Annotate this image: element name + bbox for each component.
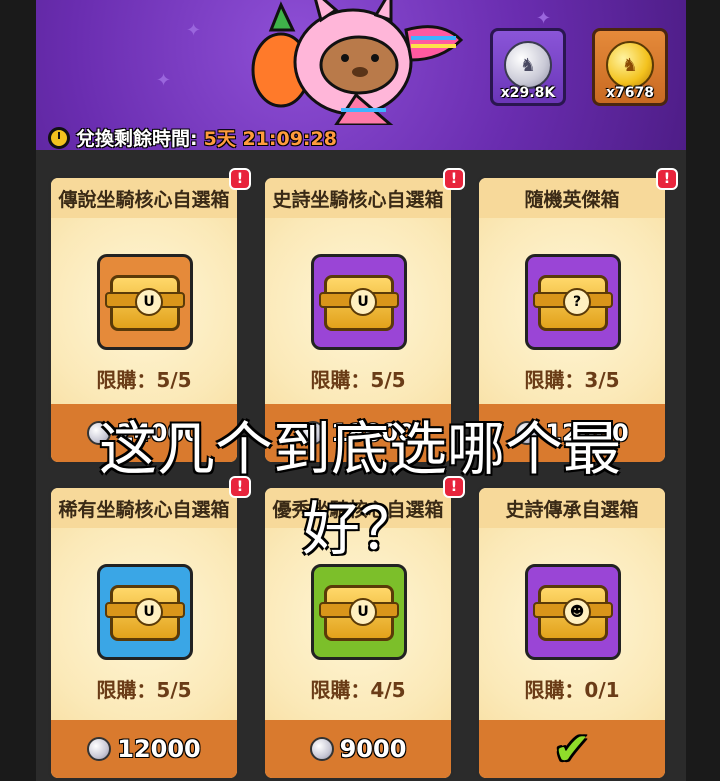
buy-button[interactable]: 24000 — [51, 404, 237, 462]
horseshoe-emblem-icon: U — [135, 598, 163, 626]
silver-coin-icon — [515, 421, 540, 445]
silver-coin-icon: ♞ — [504, 41, 552, 89]
purchase-limit: 限購：5/5 — [96, 368, 192, 392]
purchase-limit: 限購：4/5 — [310, 678, 406, 702]
horseshoe-emblem-icon: U — [349, 288, 377, 316]
item-title: 優秀坐騎核心自選箱 — [265, 488, 451, 528]
gold-currency-amount: x7678 — [606, 85, 654, 101]
chest-icon: U — [319, 585, 399, 641]
item-title: 史詩坐騎核心自選箱 — [265, 178, 451, 218]
stopwatch-icon — [48, 126, 70, 149]
buy-button[interactable]: 12800 — [479, 404, 665, 462]
chest-icon: U — [105, 275, 185, 331]
shop-item-card[interactable]: 優秀坐騎核心自選箱 U 限購：4/5 9000 — [262, 485, 454, 781]
item-title: 史詩傳承自選箱 — [479, 488, 665, 528]
alert-badge: ! — [443, 168, 465, 190]
timer-value: 5天 21:09:28 — [203, 128, 337, 150]
silver-coin-icon — [87, 737, 112, 761]
chest-box: U — [311, 564, 407, 660]
price: 9000 — [339, 735, 407, 763]
star-decoration: ✦ — [156, 70, 172, 91]
silver-coin-icon — [301, 421, 326, 445]
buy-button[interactable]: 9000 — [265, 720, 451, 778]
alert-badge: ! — [229, 168, 251, 190]
silver-currency-amount: x29.8K — [500, 85, 556, 101]
shop-item-card[interactable]: 傳說坐騎核心自選箱 U 限購：5/5 24000 — [48, 175, 240, 465]
gold-currency-panel[interactable]: ♞ x7678 — [592, 28, 668, 106]
chest-icon: U — [105, 585, 185, 641]
chest-box: U — [97, 254, 193, 350]
buy-button[interactable]: 18000 — [265, 404, 451, 462]
buy-button[interactable]: 12000 — [51, 720, 237, 778]
silver-currency-panel[interactable]: ♞ x29.8K — [490, 28, 566, 106]
purchase-limit: 限購：0/1 — [524, 678, 620, 702]
item-title: 傳說坐騎核心自選箱 — [51, 178, 237, 218]
price: 24000 — [117, 419, 201, 447]
question-mark-emblem-icon: ? — [563, 288, 591, 316]
cat-emblem-icon: ☻ — [563, 598, 591, 626]
chest-icon: ? — [533, 275, 613, 331]
chest-box: ? — [525, 254, 621, 350]
purchase-limit: 限購：5/5 — [310, 368, 406, 392]
item-title: 隨機英傑箱 — [479, 178, 665, 218]
shop-item-card[interactable]: 史詩傳承自選箱 ☻ 限購：0/1 ✔ — [476, 485, 668, 781]
alert-badge: ! — [443, 476, 465, 498]
alert-badge: ! — [656, 168, 678, 190]
star-decoration: ✦ — [186, 20, 202, 41]
shop-item-card[interactable]: 史詩坐騎核心自選箱 U 限購：5/5 18000 — [262, 175, 454, 465]
capybara-mascot-illustration — [251, 0, 464, 125]
star-decoration: ✦ — [536, 8, 552, 29]
shop-item-card[interactable]: 隨機英傑箱 ? 限購：3/5 12800 — [476, 175, 668, 465]
shop-item-card[interactable]: 稀有坐騎核心自選箱 U 限購：5/5 12000 — [48, 485, 240, 781]
price: 12800 — [545, 419, 629, 447]
timer-label: 兌換剩餘時間: — [76, 128, 198, 150]
horseshoe-emblem-icon: U — [135, 288, 163, 316]
exchange-timer: 兌換剩餘時間: 5天 21:09:28 — [48, 124, 337, 150]
event-banner: ✦ ✦ ✦ ♞ x29.8K ♞ x7678 兌換剩餘時間: 5天 21:09:… — [36, 0, 686, 150]
alert-badge: ! — [229, 476, 251, 498]
price: 12000 — [117, 735, 201, 763]
silver-coin-icon — [87, 421, 112, 445]
purchase-limit: 限購：3/5 — [524, 368, 620, 392]
chest-box: ☻ — [525, 564, 621, 660]
item-title: 稀有坐騎核心自選箱 — [51, 488, 237, 528]
chest-box: U — [311, 254, 407, 350]
silver-coin-icon — [309, 737, 334, 761]
price: 18000 — [331, 419, 415, 447]
chest-icon: U — [319, 275, 399, 331]
horseshoe-emblem-icon: U — [349, 598, 377, 626]
purchased-status: ✔ — [479, 720, 665, 778]
gold-coin-icon: ♞ — [606, 41, 654, 89]
chest-icon: ☻ — [533, 585, 613, 641]
purchase-limit: 限購：5/5 — [96, 678, 192, 702]
chest-box: U — [97, 564, 193, 660]
checkmark-icon: ✔ — [553, 723, 591, 775]
